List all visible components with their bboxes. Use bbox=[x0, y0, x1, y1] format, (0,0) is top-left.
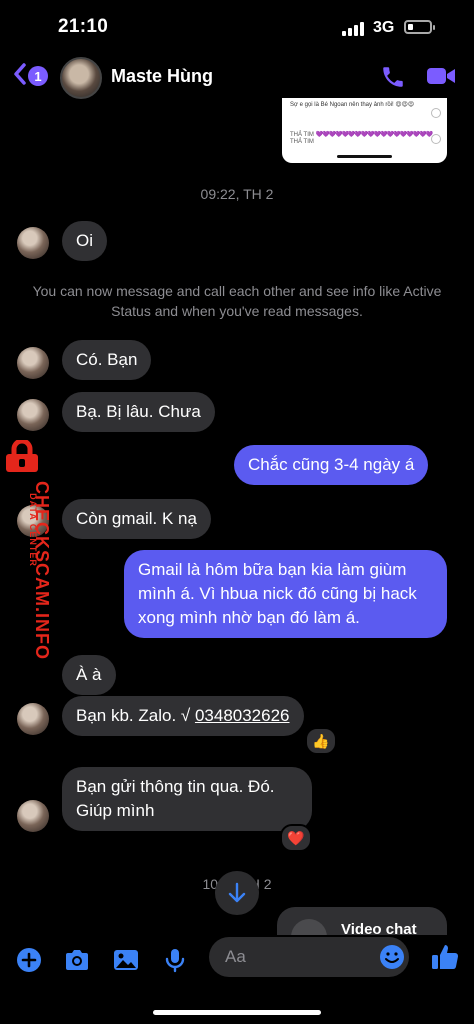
battery-icon bbox=[404, 20, 435, 34]
radio-icon bbox=[431, 134, 441, 144]
watermark-text: CHECKSCAM.INFO bbox=[32, 481, 52, 660]
contact-name[interactable]: Maste Hùng bbox=[111, 66, 213, 87]
emoji-icon bbox=[380, 945, 404, 969]
contact-avatar[interactable] bbox=[60, 57, 102, 99]
arrow-down-icon bbox=[228, 882, 246, 903]
status-time: 21:10 bbox=[58, 16, 109, 37]
sender-avatar[interactable] bbox=[17, 399, 49, 431]
emoji-button[interactable] bbox=[378, 943, 406, 976]
sender-avatar[interactable] bbox=[17, 800, 49, 832]
microphone-icon bbox=[165, 949, 185, 973]
sender-avatar[interactable] bbox=[17, 347, 49, 379]
message-bubble[interactable]: Bạn gửi thông tin qua. Đó. Giúp mình bbox=[62, 767, 312, 831]
voice-button[interactable] bbox=[161, 946, 189, 974]
message-bubble[interactable]: Gmail là hôm bữa bạn kia làm giùm mình á… bbox=[124, 550, 447, 638]
home-indicator-thumb bbox=[337, 155, 392, 158]
message-bubble[interactable]: Còn gmail. K nạ bbox=[62, 499, 211, 539]
image-icon bbox=[114, 950, 138, 970]
video-call-button[interactable] bbox=[426, 64, 456, 93]
sender-avatar[interactable] bbox=[17, 703, 49, 735]
phone-icon bbox=[383, 67, 403, 87]
thumbs-up-icon bbox=[432, 945, 459, 970]
network-type: 3G bbox=[373, 19, 395, 36]
camera-button[interactable] bbox=[63, 946, 91, 974]
back-button[interactable] bbox=[12, 62, 28, 93]
sender-avatar[interactable] bbox=[17, 227, 49, 259]
message-bubble[interactable]: Chắc cũng 3-4 ngày á bbox=[234, 445, 429, 485]
chevron-left-icon bbox=[14, 63, 26, 85]
message-input-placeholder: Aa bbox=[225, 947, 246, 966]
preview-line: Sợ e gọi là Bé Ngoan nên thay ảnh rồi! 😍… bbox=[290, 102, 415, 108]
system-message: You can now message and call each other … bbox=[32, 283, 442, 319]
reaction-badge[interactable]: ❤️ bbox=[280, 824, 312, 852]
unread-badge: 1 bbox=[28, 66, 48, 86]
radio-icon bbox=[431, 108, 441, 118]
timestamp: 09:22, TH 2 bbox=[200, 186, 274, 202]
video-camera-icon bbox=[427, 68, 455, 84]
message-bubble[interactable]: Bạn kb. Zalo. √ 0348032626 bbox=[62, 696, 304, 736]
preview-line: THẢ TIM 💜💜💜💜💜💜💜💜💜💜💜💜💜💜💜💜💜💜 THẢ TIM bbox=[290, 132, 433, 145]
signal-icon bbox=[342, 22, 364, 36]
message-text: Bạn kb. Zalo. √ bbox=[76, 706, 191, 725]
message-bubble[interactable]: Bạ. Bị lâu. Chưa bbox=[62, 392, 215, 432]
message-bubble[interactable]: Oi bbox=[62, 221, 107, 261]
scroll-to-bottom-button[interactable] bbox=[215, 871, 259, 915]
phone-number-link[interactable]: 0348032626 bbox=[195, 706, 290, 725]
phone-call-button[interactable] bbox=[380, 64, 406, 95]
message-bubble[interactable]: Có. Bạn bbox=[62, 340, 152, 380]
add-button[interactable] bbox=[15, 946, 43, 974]
gallery-button[interactable] bbox=[112, 946, 140, 974]
reaction-badge[interactable]: 👍 bbox=[305, 727, 337, 755]
message-bubble[interactable]: À à bbox=[62, 655, 116, 695]
like-button[interactable] bbox=[430, 942, 460, 977]
lock-icon bbox=[4, 438, 52, 479]
plus-circle-icon bbox=[17, 948, 41, 972]
image-attachment[interactable]: Sợ e gọi là Bé Ngoan nên thay ảnh rồi! 😍… bbox=[282, 98, 447, 163]
home-indicator bbox=[153, 1010, 321, 1015]
camera-icon bbox=[66, 950, 88, 970]
